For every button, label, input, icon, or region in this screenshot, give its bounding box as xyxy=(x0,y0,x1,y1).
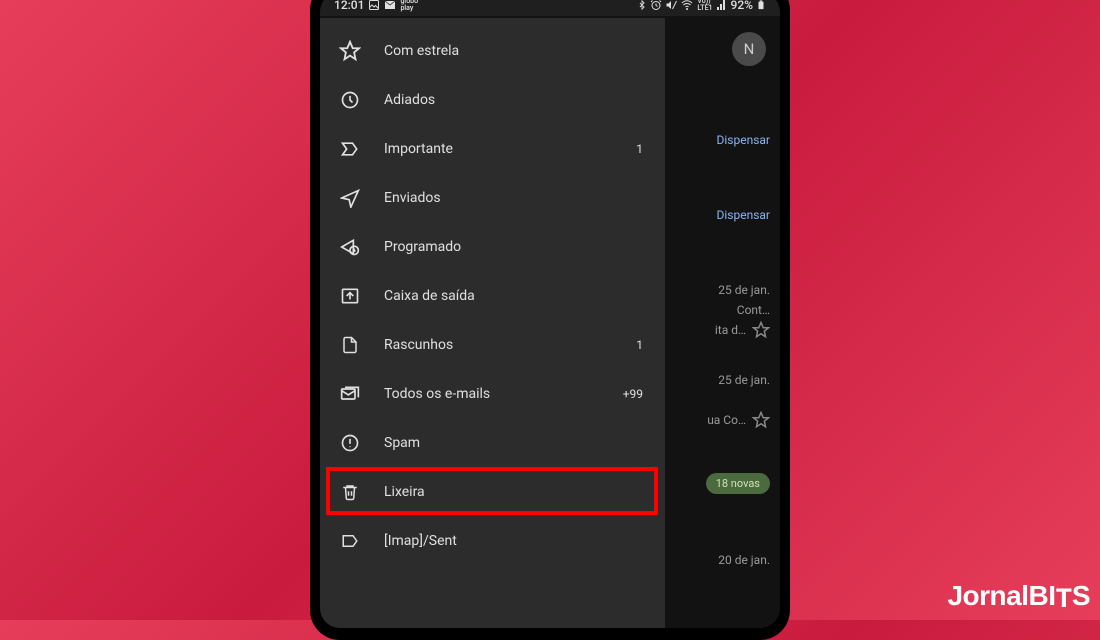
send-icon xyxy=(338,186,362,210)
inbox-background: N Dispensar Dispensar 25 de jan. Cont… i… xyxy=(665,18,780,628)
sidebar-label: Spam xyxy=(384,435,643,451)
sidebar-item-allmail[interactable]: Todos os e-mails +99 xyxy=(320,369,665,418)
sidebar-item-drafts[interactable]: Rascunhos 1 xyxy=(320,320,665,369)
dismiss-button[interactable]: Dispensar xyxy=(716,133,770,147)
status-time: 12:01 xyxy=(334,0,364,12)
clock-icon xyxy=(338,88,362,112)
watermark-logo: JornalBITS xyxy=(947,580,1090,614)
sidebar-label: Enviados xyxy=(384,190,643,206)
snippet: ita d… xyxy=(715,323,746,337)
navigation-drawer[interactable]: Com estrela Adiados Importante 1 xyxy=(320,18,665,628)
sidebar-count: 1 xyxy=(636,338,647,352)
new-badge: 18 novas xyxy=(706,473,770,494)
sidebar-label: Com estrela xyxy=(384,43,643,59)
status-bar: 12:01 globoplay Vo))LTE1 92% xyxy=(320,0,780,16)
spam-icon xyxy=(338,431,362,455)
trash-icon xyxy=(338,480,362,504)
date-label: 25 de jan. xyxy=(718,283,770,297)
sidebar-item-important[interactable]: Importante 1 xyxy=(320,124,665,173)
image-icon xyxy=(368,0,380,11)
sidebar-item-spam[interactable]: Spam xyxy=(320,418,665,467)
sidebar-label: Lixeira xyxy=(384,484,643,500)
snippet: ua Co… xyxy=(707,413,746,427)
label-icon xyxy=(338,529,362,553)
sidebar-label: Importante xyxy=(384,141,636,157)
wifi-icon xyxy=(680,0,694,11)
scheduled-icon xyxy=(338,235,362,259)
globoplay-icon: globoplay xyxy=(400,0,418,12)
draft-icon xyxy=(338,333,362,357)
sidebar-item-scheduled[interactable]: Programado xyxy=(320,222,665,271)
phone-frame: 12:01 globoplay Vo))LTE1 92% N Dispensar… xyxy=(310,0,790,640)
date-label: 25 de jan. xyxy=(718,373,770,387)
allmail-icon xyxy=(338,382,362,406)
important-icon xyxy=(338,137,362,161)
battery-percent: 92% xyxy=(731,0,753,12)
date-label: 20 de jan. xyxy=(718,553,770,567)
sidebar-label: Caixa de saída xyxy=(384,288,643,304)
sidebar-label: Programado xyxy=(384,239,643,255)
star-icon[interactable] xyxy=(752,411,770,429)
sidebar-label: Rascunhos xyxy=(384,337,636,353)
volte-icon: Vo))LTE1 xyxy=(697,0,712,12)
star-icon[interactable] xyxy=(752,321,770,339)
phone-screen: 12:01 globoplay Vo))LTE1 92% N Dispensar… xyxy=(320,0,780,628)
sidebar-item-imapsent[interactable]: [Imap]/Sent xyxy=(320,516,665,565)
sidebar-label: Todos os e-mails xyxy=(384,386,623,402)
sidebar-label: Adiados xyxy=(384,92,643,108)
sidebar-item-trash[interactable]: Lixeira xyxy=(320,467,665,516)
star-icon xyxy=(338,39,362,63)
signal-icon xyxy=(716,0,728,11)
sidebar-count: 1 xyxy=(636,142,647,156)
avatar[interactable]: N xyxy=(732,32,766,66)
sidebar-item-starred[interactable]: Com estrela xyxy=(320,26,665,75)
dismiss-button[interactable]: Dispensar xyxy=(716,208,770,222)
sidebar-item-snoozed[interactable]: Adiados xyxy=(320,75,665,124)
sidebar-label: [Imap]/Sent xyxy=(384,533,643,549)
alarm-icon xyxy=(650,0,662,11)
sidebar-item-sent[interactable]: Enviados xyxy=(320,173,665,222)
battery-icon xyxy=(756,0,766,12)
bluetooth-icon xyxy=(637,0,647,11)
mute-icon xyxy=(665,0,677,11)
snippet: Cont… xyxy=(737,303,770,317)
mail-icon xyxy=(384,0,396,11)
outbox-icon xyxy=(338,284,362,308)
sidebar-item-outbox[interactable]: Caixa de saída xyxy=(320,271,665,320)
sidebar-count: +99 xyxy=(623,387,647,401)
